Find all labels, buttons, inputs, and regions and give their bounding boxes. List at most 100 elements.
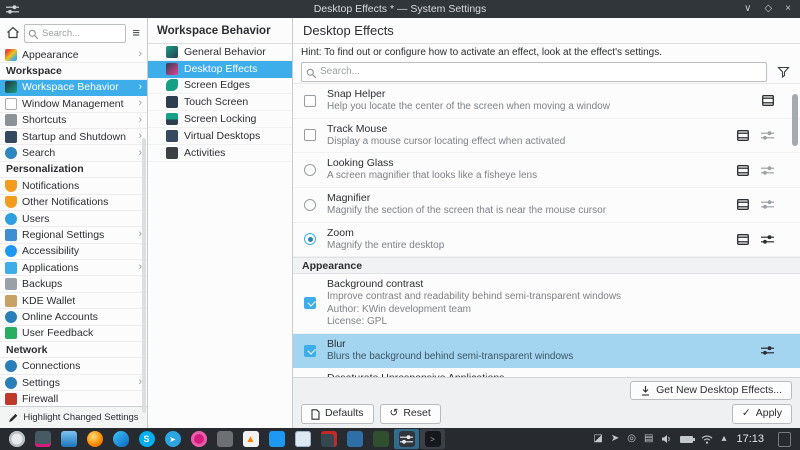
effect-settings-icon[interactable]: [761, 165, 774, 176]
highlight-changed-settings-button[interactable]: Highlight Changed Settings: [0, 406, 147, 428]
effect-row[interactable]: Track MouseDisplay a mouse cursor locati…: [293, 119, 800, 154]
reset-button[interactable]: ↺ Reset: [380, 404, 441, 424]
effect-row[interactable]: Desaturate Unresponsive ApplicationsDesa…: [293, 368, 800, 376]
sidebar-item-firewall[interactable]: Firewall: [0, 391, 147, 406]
taskbar-firefox[interactable]: [82, 429, 107, 449]
taskbar-display-app[interactable]: [30, 429, 55, 449]
video-preview-icon[interactable]: [762, 95, 774, 106]
effect-radio[interactable]: [304, 164, 316, 176]
sidebar-item-notifications[interactable]: Notifications: [0, 178, 147, 194]
effect-description: Help you locate the center of the screen…: [327, 101, 754, 114]
effects-scrollbar[interactable]: [792, 94, 798, 146]
effect-settings-icon[interactable]: [761, 130, 774, 141]
sidebar-item-regional-settings[interactable]: Regional Settings›: [0, 227, 147, 243]
effect-row[interactable]: ZoomMagnify the entire desktop: [293, 223, 800, 258]
apply-button[interactable]: ✓ Apply: [732, 404, 792, 424]
sidebar-item-settings[interactable]: Settings›: [0, 375, 147, 391]
video-preview-icon[interactable]: [737, 130, 749, 141]
taskbar-kate[interactable]: [316, 429, 341, 449]
taskbar-gimp[interactable]: [212, 429, 237, 449]
battery-tray[interactable]: [680, 436, 693, 443]
close-icon[interactable]: ×: [785, 0, 791, 18]
taskbar-edge[interactable]: [108, 429, 133, 449]
clock[interactable]: 17:13: [736, 433, 764, 445]
effect-row[interactable]: Snap HelperHelp you locate the center of…: [293, 84, 800, 119]
effects-search-input[interactable]: [301, 62, 767, 82]
clipboard-tray[interactable]: ▤: [644, 434, 653, 444]
sidebar-scrollbar[interactable]: [142, 138, 146, 413]
category-item-activities[interactable]: Activities: [148, 145, 292, 162]
effect-settings-icon[interactable]: [761, 345, 774, 356]
effect-settings-icon[interactable]: [761, 234, 774, 245]
sidebar-item-applications[interactable]: Applications›: [0, 260, 147, 276]
effect-description: Magnify the section of the screen that i…: [327, 205, 729, 218]
telegram-tray[interactable]: ➤: [611, 434, 619, 444]
sidebar-item-other-notifications[interactable]: Other Notifications: [0, 195, 147, 211]
taskbar-skype[interactable]: S: [134, 429, 159, 449]
effect-checkbox[interactable]: [304, 129, 316, 141]
sidebar-item-search[interactable]: Search›: [0, 145, 147, 161]
hamburger-menu-icon[interactable]: ≡: [130, 25, 142, 40]
category-item-screen-locking[interactable]: Screen Locking: [148, 111, 292, 128]
sidebar-item-workspace-behavior[interactable]: Workspace Behavior›: [0, 80, 147, 96]
effect-meta: Author: KWin development team: [327, 304, 766, 317]
effect-row[interactable]: BlurBlurs the background behind semi-tra…: [293, 334, 800, 369]
defaults-button[interactable]: Defaults: [301, 404, 374, 424]
sidebar-item-backups[interactable]: Backups: [0, 276, 147, 292]
taskbar-image-viewer[interactable]: [368, 429, 393, 449]
window-titlebar[interactable]: Desktop Effects * — System Settings ∨ ◇ …: [0, 0, 800, 18]
network-tray[interactable]: [701, 435, 713, 444]
expand-tray[interactable]: ▴: [721, 434, 726, 444]
minimize-icon[interactable]: ∨: [744, 0, 751, 18]
effect-checkbox[interactable]: [304, 95, 316, 107]
sidebar-item-connections[interactable]: Connections: [0, 358, 147, 374]
sidebar-item-user-feedback[interactable]: User Feedback: [0, 326, 147, 342]
filter-icon[interactable]: [777, 65, 790, 78]
sidebar-item-window-management[interactable]: Window Management›: [0, 96, 147, 112]
category-item-screen-edges[interactable]: Screen Edges: [148, 78, 292, 95]
video-preview-icon[interactable]: [737, 165, 749, 176]
category-item-desktop-effects[interactable]: Desktop Effects: [148, 61, 292, 78]
taskbar-media-app[interactable]: [186, 429, 211, 449]
sidebar-item-kde-wallet[interactable]: KDE Wallet: [0, 293, 147, 309]
category-item-virtual-desktops[interactable]: Virtual Desktops: [148, 128, 292, 145]
sidebar-item-appearance[interactable]: Appearance›: [0, 47, 147, 63]
sidebar-item-startup-and-shutdown[interactable]: Startup and Shutdown›: [0, 129, 147, 145]
get-new-effects-button[interactable]: Get New Desktop Effects...: [630, 381, 792, 401]
page-title: Desktop Effects: [293, 18, 800, 44]
sidebar-item-accessibility[interactable]: Accessibility: [0, 244, 147, 260]
category-item-touch-screen[interactable]: Touch Screen: [148, 94, 292, 111]
taskbar-file-manager[interactable]: [56, 429, 81, 449]
taskbar-app-launcher[interactable]: [4, 429, 29, 449]
taskbar-system-settings[interactable]: [394, 429, 419, 449]
effect-row[interactable]: Background contrastImprove contrast and …: [293, 274, 800, 334]
taskbar-files-app[interactable]: [342, 429, 367, 449]
effect-name: Looking Glass: [327, 157, 729, 170]
effect-row[interactable]: MagnifierMagnify the section of the scre…: [293, 188, 800, 223]
sidebar-item-online-accounts[interactable]: Online Accounts: [0, 309, 147, 325]
sidebar-search-input[interactable]: [24, 24, 126, 43]
sidebar-item-users[interactable]: Users: [0, 211, 147, 227]
home-icon[interactable]: [5, 26, 20, 40]
video-preview-icon[interactable]: [737, 199, 749, 210]
show-desktop-button[interactable]: [778, 432, 791, 447]
video-preview-icon[interactable]: [737, 234, 749, 245]
sidebar-item-label: Online Accounts: [22, 311, 98, 323]
screen-layout-tray[interactable]: ◪: [593, 434, 602, 444]
effect-row[interactable]: Looking GlassA screen magnifier that loo…: [293, 153, 800, 188]
effect-radio[interactable]: [304, 233, 316, 245]
taskbar-document-app[interactable]: [290, 429, 315, 449]
effect-settings-icon[interactable]: [761, 199, 774, 210]
category-item-general-behavior[interactable]: General Behavior: [148, 44, 292, 61]
taskbar-kde-tool[interactable]: [264, 429, 289, 449]
taskbar-vlc[interactable]: ▲: [238, 429, 263, 449]
taskbar-konsole[interactable]: >: [420, 429, 445, 449]
effect-checkbox[interactable]: [304, 345, 316, 357]
volume-tray[interactable]: [661, 434, 672, 444]
sidebar-item-shortcuts[interactable]: Shortcuts›: [0, 113, 147, 129]
maximize-icon[interactable]: ◇: [764, 0, 772, 18]
effect-checkbox[interactable]: [304, 297, 316, 309]
taskbar-telegram[interactable]: ➤: [160, 429, 185, 449]
accessibility-tray[interactable]: ◎: [627, 434, 636, 444]
effect-radio[interactable]: [304, 199, 316, 211]
